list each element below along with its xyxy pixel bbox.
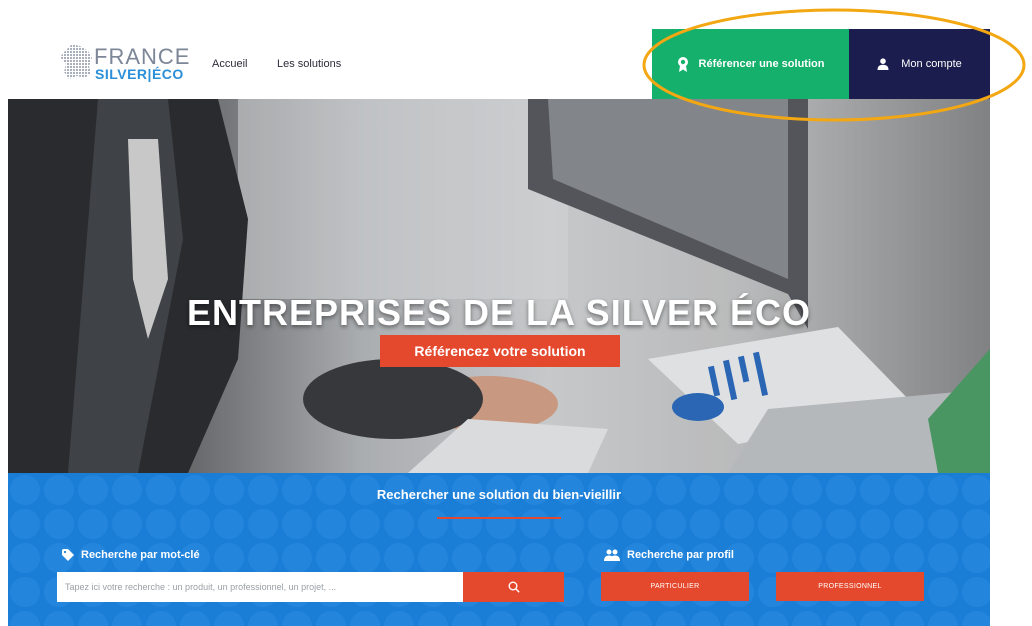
users-icon <box>604 549 620 561</box>
referencer-solution-button[interactable]: Référencer une solution <box>652 29 849 99</box>
user-icon <box>877 58 889 70</box>
hero-banner <box>8 99 990 473</box>
mon-compte-button[interactable]: Mon compte <box>849 29 990 99</box>
tag-icon <box>62 549 74 561</box>
profile-search-heading: Recherche par profil <box>604 549 734 561</box>
nav-les-solutions[interactable]: Les solutions <box>277 58 341 70</box>
mon-compte-label: Mon compte <box>901 58 962 70</box>
search-title-underline <box>437 517 561 519</box>
search-icon <box>508 581 520 593</box>
referencer-solution-label: Référencer une solution <box>698 58 825 70</box>
hero-title: ENTREPRISES DE LA SILVER ÉCO <box>186 292 812 333</box>
keyword-search-label: Recherche par mot-clé <box>81 549 200 561</box>
profile-search-label: Recherche par profil <box>627 549 734 561</box>
search-input[interactable] <box>57 572 463 602</box>
search-button[interactable] <box>463 572 564 602</box>
keyword-search-heading: Recherche par mot-clé <box>62 549 200 561</box>
award-badge-icon <box>677 57 688 72</box>
nav-accueil[interactable]: Accueil <box>212 58 247 70</box>
logo-text-silver-eco: SILVER|ÉCO <box>95 66 184 82</box>
hero-photo <box>8 99 990 473</box>
profile-particulier-button[interactable]: PARTICULIER <box>601 572 749 601</box>
logo-france-map <box>60 44 92 79</box>
search-title: Rechercher une solution du bien-vieillir <box>376 487 622 502</box>
profile-professionnel-button[interactable]: PROFESSIONNEL <box>776 572 924 601</box>
referencez-solution-button[interactable]: Référencez votre solution <box>380 335 620 367</box>
